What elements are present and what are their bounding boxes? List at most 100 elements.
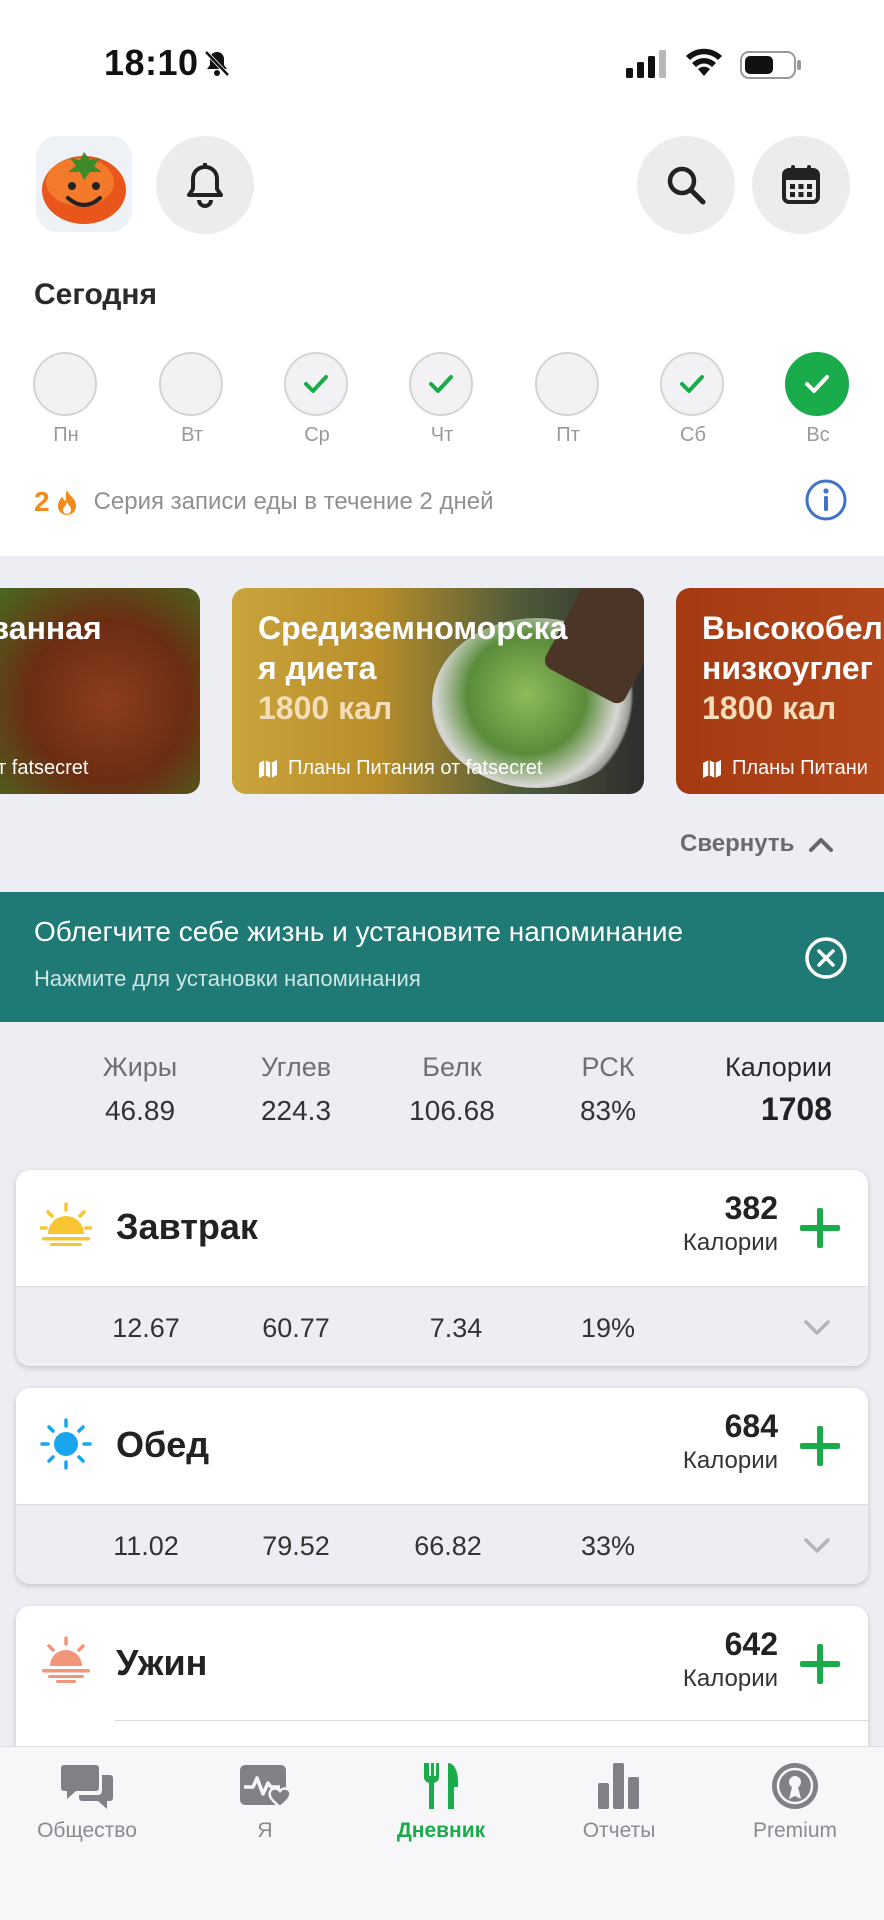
search-button[interactable] [637, 136, 735, 234]
bell-icon [187, 163, 223, 208]
premium-badge-icon [772, 1763, 818, 1809]
day-label: Пт [556, 424, 580, 446]
tab-label: Я [257, 1819, 273, 1842]
meal-plans-carousel[interactable]: ованная я от fatsecret Средиземноморска … [0, 588, 884, 794]
summary-rdi: РСК 83% [579, 1052, 637, 1126]
tab-me[interactable]: Я [180, 1761, 350, 1843]
app-screen: 18:10 Сегодня Пн Вт Ср Чт Пт Сб Вс 2 Сер… [0, 0, 884, 1920]
add-food-button[interactable] [798, 1206, 842, 1250]
meal-header[interactable]: Завтрак 382 Калории [16, 1170, 868, 1286]
reminder-banner[interactable]: Облегчите себе жизнь и установите напоми… [0, 892, 884, 1022]
meal-plan-calories: 1800 кал [702, 690, 837, 726]
tab-diary[interactable]: Дневник [356, 1761, 526, 1843]
fork-knife-icon [423, 1763, 458, 1809]
close-circle-icon[interactable] [804, 936, 848, 980]
calendar-button[interactable] [752, 136, 850, 234]
day-sun[interactable]: Вс [785, 352, 851, 447]
tab-label: Общество [37, 1819, 137, 1842]
day-indicator [660, 352, 724, 416]
avatar[interactable] [36, 136, 132, 232]
summary-fat: Жиры 46.89 [102, 1052, 178, 1126]
day-label: Сб [680, 424, 706, 446]
check-icon [429, 375, 453, 393]
day-label: Ср [304, 424, 330, 446]
bottom-tab-bar: Общество Я Дневник Отчеты Premium [0, 1746, 884, 1920]
day-indicator [785, 352, 849, 416]
tab-label: Premium [752, 1819, 837, 1842]
collapse-label: Свернуть [680, 830, 795, 857]
add-food-button[interactable] [798, 1424, 842, 1468]
meal-protein: 7.34 [429, 1313, 483, 1343]
meal-calories: 642 Калории [682, 1626, 778, 1692]
collapse-button[interactable]: Свернуть [680, 826, 834, 862]
diary-header: Сегодня Пн Вт Ср Чт Пт Сб Вс 2 Серия зап… [0, 130, 884, 556]
map-icon [703, 759, 721, 778]
meal-name: Завтрак [116, 1206, 258, 1247]
notifications-button[interactable] [156, 136, 254, 234]
info-icon[interactable] [804, 478, 848, 522]
chevron-up-icon [809, 838, 834, 852]
day-mon[interactable]: Пн [33, 352, 99, 447]
meal-plan-card[interactable]: Средиземноморска я диета 1800 кал Планы … [232, 588, 644, 794]
meal-plan-footer: Планы Питани [702, 757, 868, 780]
meal-card-lunch[interactable]: Обед 684 Калории 11.02 79.52 66.82 33% [16, 1388, 868, 1584]
day-wed[interactable]: Ср [284, 352, 350, 447]
streak-text: Серия записи еды в течение 2 дней [93, 488, 494, 515]
chat-icon [61, 1765, 113, 1809]
meal-nutrients[interactable]: 12.67 60.77 7.34 19% [16, 1286, 868, 1366]
meal-nutrients[interactable]: 11.02 79.52 66.82 33% [16, 1504, 868, 1584]
meal-plan-card[interactable]: ованная я от fatsecret [0, 588, 200, 794]
calendar-icon [782, 165, 820, 204]
tab-community[interactable]: Общество [2, 1761, 172, 1843]
reminder-subtitle: Нажмите для установки напоминания [34, 966, 421, 991]
reminder-title: Облегчите себе жизнь и установите напоми… [34, 916, 684, 947]
meal-calories: 382 Калории [682, 1190, 778, 1256]
meal-plan-title: Средиземноморска я диета 1800 кал [258, 610, 568, 726]
check-icon [805, 375, 829, 393]
tab-reports[interactable]: Отчеты [534, 1761, 704, 1843]
chevron-down-icon[interactable] [802, 1535, 832, 1555]
meal-header[interactable]: Обед 684 Калории [16, 1388, 868, 1504]
day-label: Пн [53, 424, 79, 446]
tab-premium[interactable]: Premium [710, 1761, 880, 1843]
daily-summary: Жиры 46.89 Углев 224.3 Белк 106.68 РСК 8… [0, 1052, 884, 1142]
meal-plan-footer: я от fatsecret [0, 757, 89, 779]
day-indicator [284, 352, 348, 416]
day-thu[interactable]: Чт [409, 352, 475, 447]
streak-row: 2 Серия записи еды в течение 2 дней [34, 482, 494, 522]
add-food-button[interactable] [798, 1642, 842, 1686]
day-tue[interactable]: Вт [159, 352, 225, 447]
day-fri[interactable]: Пт [535, 352, 601, 447]
chevron-down-icon[interactable] [802, 1317, 832, 1337]
map-icon [259, 759, 277, 778]
meal-protein: 66.82 [414, 1531, 482, 1561]
page-title: Сегодня [34, 278, 158, 311]
bar-chart-icon [598, 1763, 639, 1809]
check-icon [680, 375, 704, 393]
sun-icon [40, 1418, 92, 1470]
meal-header[interactable]: Ужин 642 Калории [16, 1606, 868, 1722]
meal-fat: 11.02 [113, 1531, 179, 1561]
day-sat[interactable]: Сб [660, 352, 726, 447]
meal-plan-title: ованная [0, 610, 102, 646]
check-icon [304, 375, 328, 393]
meal-name: Обед [116, 1424, 210, 1465]
divider [114, 1720, 868, 1721]
streak-count: 2 [34, 486, 50, 517]
signal-icon [626, 50, 666, 78]
day-indicator [409, 352, 473, 416]
search-icon [667, 166, 706, 205]
day-label: Вт [181, 424, 203, 446]
meal-name: Ужин [116, 1642, 208, 1683]
week-strip: Пн Вт Ср Чт Пт Сб Вс [0, 352, 884, 448]
wifi-icon [686, 48, 722, 76]
tomato-avatar-icon [42, 152, 126, 224]
meal-card-breakfast[interactable]: Завтрак 382 Калории 12.67 60.77 7.34 19% [16, 1170, 868, 1366]
meal-calories: 684 Калории [682, 1408, 778, 1474]
tab-label: Дневник [396, 1819, 486, 1842]
status-time: 18:10 [104, 42, 199, 83]
summary-carbs: Углев 224.3 [260, 1052, 332, 1126]
meal-carbs: 60.77 [262, 1313, 330, 1343]
meal-plan-card[interactable]: Высокобел низкоуглег 1800 кал Планы Пита… [676, 588, 884, 794]
meal-plan-footer: Планы Питания от fatsecret [258, 757, 542, 780]
